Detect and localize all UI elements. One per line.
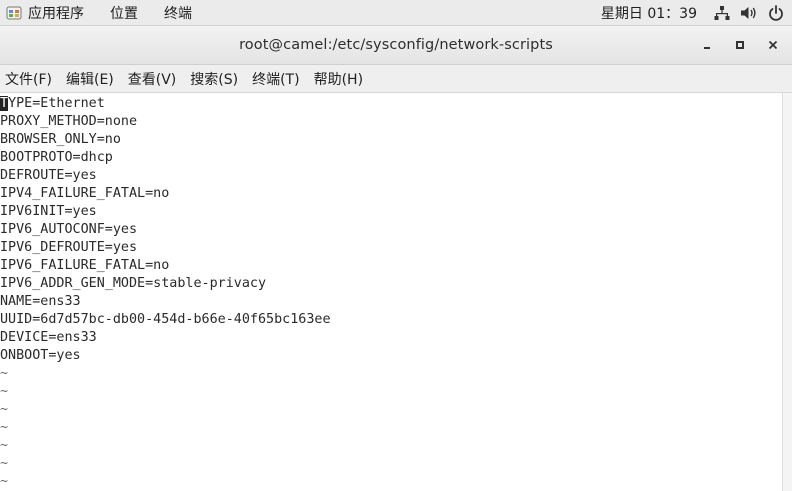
clock[interactable]: 星期日 01：39: [601, 3, 697, 23]
network-icon[interactable]: [713, 4, 731, 22]
terminal-scrollbar[interactable]: [782, 93, 792, 491]
panel-left: 应用程序 位置 终端: [0, 0, 204, 25]
menu-terminal[interactable]: 终端(T): [246, 65, 307, 92]
terminal-line: IPV6_AUTOCONF=yes: [0, 222, 138, 237]
volume-icon[interactable]: [740, 4, 758, 22]
terminal-line: DEFROUTE=yes: [0, 168, 97, 183]
terminal-line: BROWSER_ONLY=no: [0, 132, 121, 147]
terminal-line: IPV6_FAILURE_FATAL=no: [0, 258, 170, 273]
maximize-button[interactable]: [727, 32, 753, 58]
places-label: 位置: [110, 5, 138, 22]
terminal-line: IPV6INIT=yes: [0, 204, 97, 219]
menu-search[interactable]: 搜索(S): [184, 65, 246, 92]
empty-line-tilde: ~: [0, 420, 9, 435]
places-menu[interactable]: 位置: [96, 0, 150, 25]
menu-view[interactable]: 查看(V): [122, 65, 185, 92]
terminal-line: NAME=ens33: [0, 294, 81, 309]
applications-label: 应用程序: [28, 5, 84, 22]
panel-right: 星期日 01：39: [601, 0, 792, 25]
terminal-content[interactable]: TYPE=Ethernet PROXY_METHOD=none BROWSER_…: [0, 93, 782, 491]
terminal-line: PROXY_METHOD=none: [0, 114, 138, 129]
empty-line-tilde: ~: [0, 456, 9, 471]
minimize-icon: [704, 47, 710, 49]
applications-icon: [6, 5, 22, 21]
terminal-line: DEVICE=ens33: [0, 330, 97, 345]
menubar: 文件(F) 编辑(E) 查看(V) 搜索(S) 终端(T) 帮助(H): [0, 65, 792, 93]
terminal-app-menu[interactable]: 终端: [150, 0, 204, 25]
menu-help[interactable]: 帮助(H): [308, 65, 371, 92]
empty-line-tilde: ~: [0, 402, 9, 417]
top-panel: 应用程序 位置 终端 星期日 01：39: [0, 0, 792, 26]
empty-line-tilde: ~: [0, 366, 9, 381]
terminal-line: ONBOOT=yes: [0, 348, 81, 363]
empty-line-tilde: ~: [0, 384, 9, 399]
desktop: 应用程序 位置 终端 星期日 01：39 root@camel:/etc/sys…: [0, 0, 792, 491]
empty-line-tilde: ~: [0, 438, 9, 453]
close-icon: [768, 40, 778, 50]
close-button[interactable]: [760, 32, 786, 58]
window-controls: [687, 26, 786, 64]
terminal-line: UUID=6d7d57bc-db00-454d-b66e-40f65bc163e…: [0, 312, 331, 327]
terminal-line: BOOTPROTO=dhcp: [0, 150, 113, 165]
power-icon[interactable]: [767, 4, 785, 22]
menu-file[interactable]: 文件(F): [0, 65, 60, 92]
window-titlebar[interactable]: root@camel:/etc/sysconfig/network-script…: [0, 26, 792, 65]
text-cursor: T: [0, 96, 9, 111]
terminal-line: IPV6_DEFROUTE=yes: [0, 240, 138, 255]
window-title: root@camel:/etc/sysconfig/network-script…: [239, 37, 553, 53]
maximize-icon: [736, 41, 744, 49]
applications-menu[interactable]: 应用程序: [0, 0, 96, 25]
minimize-button[interactable]: [694, 32, 720, 58]
terminal-lines: TYPE=Ethernet PROXY_METHOD=none BROWSER_…: [0, 95, 331, 491]
terminal-line: IPV4_FAILURE_FATAL=no: [0, 186, 170, 201]
terminal-app-label: 终端: [164, 5, 192, 22]
terminal-line: IPV6_ADDR_GEN_MODE=stable-privacy: [0, 276, 267, 291]
empty-line-tilde: ~: [0, 474, 9, 489]
terminal-line-text: YPE=Ethernet: [8, 96, 105, 111]
terminal-line: TYPE=Ethernet: [0, 95, 331, 113]
menu-edit[interactable]: 编辑(E): [60, 65, 122, 92]
